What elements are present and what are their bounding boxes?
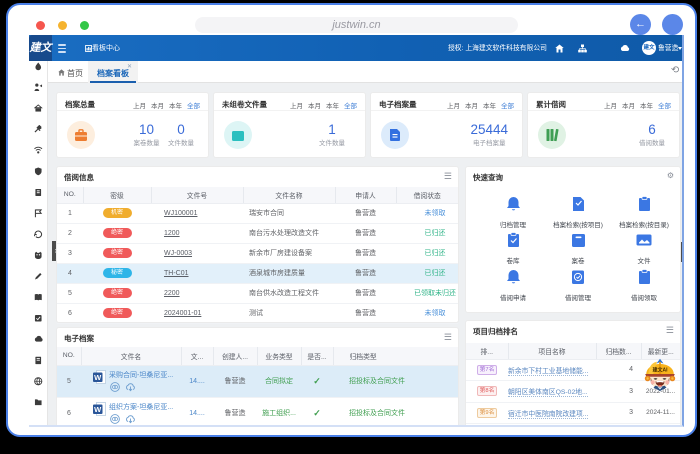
svg-text:W: W — [94, 404, 102, 413]
svg-text:建文AI: 建文AI — [651, 367, 668, 374]
svg-text:W: W — [94, 372, 102, 381]
